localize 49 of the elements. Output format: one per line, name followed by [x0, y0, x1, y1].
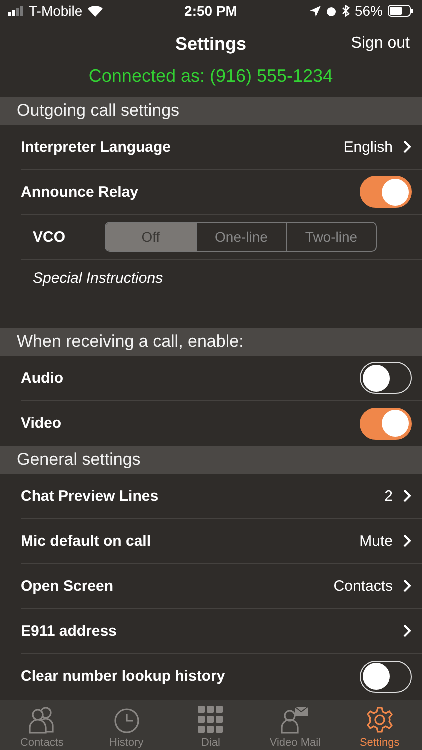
section-header: Outgoing call settings [0, 97, 422, 125]
bluetooth-icon [342, 5, 350, 17]
tab-item[interactable]: Contacts [0, 700, 84, 750]
carrier: T-Mobile [29, 3, 83, 19]
chevron-icon [403, 140, 412, 154]
wifi-icon [88, 6, 103, 16]
signal-icon [8, 6, 24, 16]
segment-option[interactable]: Off [106, 223, 196, 251]
tab-item[interactable]: Dial [168, 700, 254, 750]
setting-label: Chat Preview Lines [21, 488, 160, 504]
disclosure-button[interactable]: Mute [360, 532, 412, 550]
segment-option[interactable]: One-line [196, 223, 286, 251]
chevron-icon [403, 624, 412, 638]
clock: 2:50 PM [184, 3, 238, 19]
setting-label: Clear number lookup history [21, 668, 226, 685]
tab-item[interactable]: Video Mail [253, 700, 338, 750]
section-header: General settings [0, 446, 422, 474]
setting-label: Open Screen [21, 578, 115, 594]
sign-out-button[interactable]: Sign out [351, 35, 410, 53]
chevron-icon [403, 579, 412, 593]
setting-label: Announce Relay [21, 184, 140, 200]
disclosure-button[interactable]: English [344, 138, 412, 156]
instructions-label: Special Instructions [33, 270, 164, 287]
setting-label: VCO [32, 228, 67, 246]
battery-icon [388, 5, 414, 17]
segment-option[interactable]: Two-line [286, 223, 376, 251]
screen-title: Settings [175, 34, 246, 54]
disclosure-button[interactable]: Contacts [334, 578, 412, 594]
keypad-icon [198, 706, 224, 734]
tab-item[interactable]: Settings [338, 700, 422, 750]
setting-label: Interpreter Language [21, 138, 172, 156]
disclosure-button[interactable]: 2 [384, 488, 412, 504]
person-mail-icon [280, 706, 310, 734]
toggle-switch[interactable] [360, 176, 412, 208]
setting-label: Mic default on call [21, 532, 152, 550]
setting-label: E911 address [21, 622, 118, 640]
clock-icon [114, 708, 140, 734]
location-icon [310, 6, 321, 16]
chevron-icon [403, 534, 412, 548]
chevron-icon [403, 489, 412, 503]
gear-icon [366, 706, 394, 734]
disclosure-button[interactable] [403, 624, 412, 638]
setting-label: Video [21, 415, 63, 432]
tab-item[interactable]: History [84, 700, 169, 750]
section-header: When receiving a call, enable: [0, 328, 422, 356]
battery-percent: 56% [354, 3, 384, 19]
connection-status: Connected as: (916) 555-1234 [88, 66, 334, 86]
setting-label: Audio [21, 370, 64, 386]
toggle-switch[interactable] [360, 408, 412, 440]
